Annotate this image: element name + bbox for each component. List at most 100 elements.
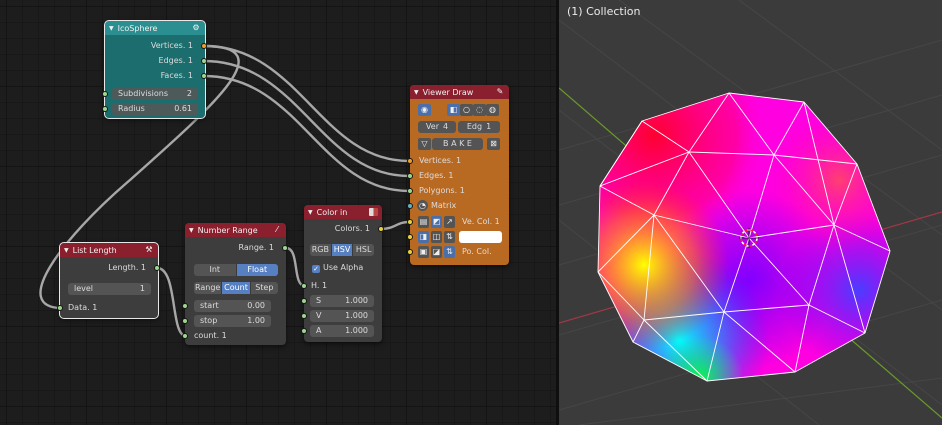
edge-color-icon[interactable]: ◨ [418, 231, 429, 243]
smooth-icon[interactable]: ◍ [486, 104, 499, 116]
node-tree-icon: ⚙ [192, 23, 200, 32]
range-mode-selector[interactable]: Range Count Step [194, 282, 278, 294]
collapse-arrow-icon[interactable]: ▼ [64, 247, 69, 254]
use-alpha-checkbox[interactable]: ✓ Use Alpha [312, 262, 363, 274]
start-socket[interactable] [182, 303, 188, 309]
vertex-color-mode-icon[interactable]: ◩ [431, 216, 442, 228]
radius-field[interactable]: Radius 0.61 [112, 103, 198, 115]
viewport-scene [559, 0, 942, 425]
length-socket[interactable] [154, 265, 160, 271]
sphere-icon[interactable]: ◌ [473, 104, 486, 116]
s-field[interactable]: S 1.000 [310, 295, 374, 307]
circle-icon[interactable]: ○ [460, 104, 473, 116]
data-socket[interactable] [57, 305, 63, 311]
viewer-matrix-socket[interactable] [407, 203, 413, 209]
range-option[interactable]: Range [194, 282, 223, 294]
color-in-node-header[interactable]: ▼ Color in [304, 205, 382, 219]
hsv-option[interactable]: HSV [331, 244, 354, 256]
pencil-icon: ✎ [496, 87, 504, 96]
vertex-color-icon[interactable]: ▤ [418, 216, 429, 228]
edge-color-arrow-icon[interactable]: ⇅ [444, 231, 455, 243]
viewer-edges-socket[interactable] [407, 173, 413, 179]
color-in-node[interactable]: ▼ Color in Colors. 1 RGB HSV HSL ✓ Use Al… [301, 205, 384, 342]
polygon-color-icon[interactable]: ▣ [418, 246, 429, 258]
icosphere-node[interactable]: ▼ IcoSphere ⚙ Vertices. 1 Edges. 1 Faces… [102, 20, 207, 119]
hsl-option[interactable]: HSL [353, 244, 374, 256]
node-editor[interactable]: ▼ IcoSphere ⚙ Vertices. 1 Edges. 1 Faces… [0, 0, 556, 425]
radius-socket[interactable] [102, 106, 108, 112]
float-option[interactable]: Float [236, 264, 278, 276]
v-socket[interactable] [301, 313, 307, 319]
int-option[interactable]: Int [194, 264, 237, 276]
link-vertices-to-viewer-vertices [202, 44, 411, 163]
checkmark-icon[interactable]: ✓ [312, 265, 320, 273]
edge-color-swatch[interactable] [459, 231, 502, 243]
subdivisions-socket[interactable] [102, 91, 108, 97]
count-socket[interactable] [182, 333, 188, 339]
edge-color-mode-icon[interactable]: ◫ [431, 231, 442, 243]
output-edges: Edges. 1 [158, 56, 193, 65]
vertices-socket[interactable] [201, 43, 207, 49]
list-length-node[interactable]: ▼ List Length ⚒ Length. 1 level 1 Data. 1 [57, 242, 160, 319]
input-polygons: Polygons. 1 [419, 186, 465, 195]
number-range-node[interactable]: ▼ Number Range ⁄ Range. 1 Int Float Rang… [182, 223, 288, 345]
input-count: count. 1 [194, 331, 227, 340]
cube-icon[interactable]: ◧ [447, 104, 460, 116]
faces-socket[interactable] [201, 73, 207, 79]
collection-label: (1) Collection [567, 5, 641, 18]
input-matrix: Matrix [431, 201, 457, 210]
h-socket[interactable] [301, 283, 307, 289]
color-mode-selector[interactable]: RGB HSV HSL [310, 244, 374, 256]
s-socket[interactable] [301, 298, 307, 304]
viewer-vecol-socket[interactable] [407, 219, 413, 225]
viewer-vertices-socket[interactable] [407, 158, 413, 164]
collapse-arrow-icon[interactable]: ▼ [414, 89, 419, 96]
output-range: Range. 1 [238, 243, 274, 252]
triangle-icon[interactable]: ▽ [418, 138, 431, 150]
number-type-selector[interactable]: Int Float [194, 264, 278, 276]
subdivisions-field[interactable]: Subdivisions 2 [112, 88, 198, 100]
node-title: Viewer Draw [422, 87, 474, 97]
input-data: Data. 1 [68, 303, 98, 312]
stop-field[interactable]: stop 1.00 [194, 315, 271, 327]
eye-icon[interactable]: ◉ [418, 104, 431, 116]
icosphere-node-header[interactable]: ▼ IcoSphere ⚙ [105, 21, 205, 35]
viewer-edge-color-socket[interactable] [407, 234, 413, 240]
count-option[interactable]: Count [222, 282, 251, 294]
edges-socket[interactable] [201, 58, 207, 64]
start-field[interactable]: start 0.00 [194, 300, 271, 312]
level-field[interactable]: level 1 [68, 283, 151, 295]
wrench-icon: ⚒ [145, 245, 153, 254]
input-vecol: Ve. Col. 1 [462, 217, 500, 226]
collapse-arrow-icon[interactable]: ▼ [109, 25, 114, 32]
step-option[interactable]: Step [250, 282, 278, 294]
input-pocol: Po. Col. [462, 247, 492, 256]
polygon-color-mode-icon[interactable]: ◪ [431, 246, 442, 258]
3d-viewport[interactable]: (1) Collection [559, 0, 942, 425]
rgb-option[interactable]: RGB [310, 244, 332, 256]
collapse-arrow-icon[interactable]: ▼ [189, 227, 194, 234]
vertex-size-field[interactable]: Ver 4 [418, 121, 456, 133]
viewer-draw-node-header[interactable]: ▼ Viewer Draw ✎ [410, 85, 509, 99]
collapse-arrow-icon[interactable]: ▼ [308, 209, 313, 216]
a-socket[interactable] [301, 328, 307, 334]
range-socket[interactable] [282, 245, 288, 251]
number-range-node-header[interactable]: ▼ Number Range ⁄ [185, 223, 286, 237]
viewer-draw-node[interactable]: ▼ Viewer Draw ✎ ◉ ◧ ○ ◌ ◍ Ver 4 Edg 1 ▽ B … [407, 85, 509, 265]
viewer-polygons-socket[interactable] [407, 188, 413, 194]
link-colors-to-vecol [378, 220, 411, 231]
viewer-pocol-socket[interactable] [407, 249, 413, 255]
vertex-color-arrow-icon[interactable]: ↗ [444, 216, 455, 228]
node-title: IcoSphere [117, 23, 158, 33]
stop-socket[interactable] [182, 318, 188, 324]
node-title: Number Range [197, 225, 258, 235]
v-field[interactable]: V 1.000 [310, 310, 374, 322]
output-vertices: Vertices. 1 [150, 41, 193, 50]
edge-width-field[interactable]: Edg 1 [458, 121, 500, 133]
bake-settings-icon[interactable]: ⊠ [487, 138, 500, 150]
list-length-node-header[interactable]: ▼ List Length ⚒ [60, 243, 158, 257]
a-field[interactable]: A 1.000 [310, 325, 374, 337]
colors-socket[interactable] [378, 226, 384, 232]
polygon-color-arrow-icon[interactable]: ⇅ [444, 246, 455, 258]
bake-button[interactable]: B A K E [432, 138, 483, 150]
